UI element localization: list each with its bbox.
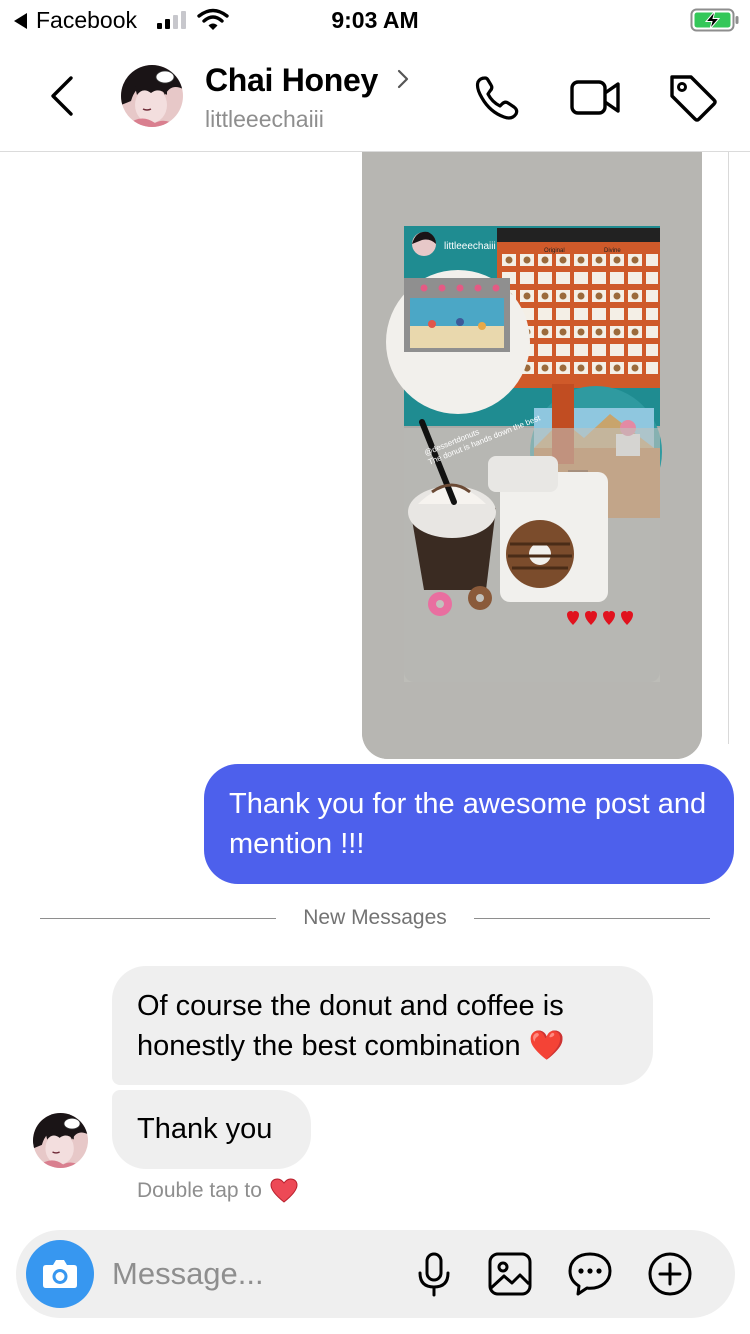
heart-icon[interactable] — [270, 1178, 298, 1204]
avatar-illustration-icon — [121, 65, 183, 127]
video-icon[interactable] — [568, 70, 622, 124]
chevron-right-icon[interactable] — [396, 68, 410, 90]
divider-line-right — [474, 918, 710, 919]
message-composer — [16, 1230, 735, 1318]
received-message-bubble[interactable]: Thank you — [112, 1090, 311, 1169]
contact-avatar[interactable] — [121, 65, 183, 127]
status-bar: Facebook 9:03 AM — [0, 0, 750, 42]
contact-name[interactable]: Chai Honey — [205, 62, 378, 99]
camera-icon — [43, 1260, 77, 1288]
camera-button[interactable] — [26, 1240, 94, 1308]
double-tap-hint-label: Double tap to — [137, 1179, 262, 1202]
divider-line-left — [40, 918, 276, 919]
microphone-icon[interactable] — [410, 1250, 458, 1298]
shared-story-card[interactable]: Original Divine @dessertdonuts The donut… — [362, 152, 702, 759]
story-image: Original Divine @dessertdonuts The donut… — [362, 152, 702, 759]
menu-heading-left: Original — [544, 248, 565, 254]
message-input[interactable] — [112, 1252, 392, 1296]
back-icon[interactable] — [44, 74, 84, 118]
double-tap-hint: Double tap to — [137, 1178, 298, 1204]
gallery-icon[interactable] — [486, 1250, 534, 1298]
plus-circle-icon[interactable] — [646, 1250, 694, 1298]
sender-avatar[interactable] — [33, 1113, 88, 1168]
menu-heading-right: Divine — [604, 248, 621, 254]
status-time: 9:03 AM — [331, 7, 419, 33]
received-message-bubble[interactable]: Of course the donut and coffee is honest… — [112, 966, 653, 1085]
phone-icon[interactable] — [470, 70, 524, 124]
tag-icon[interactable] — [666, 70, 720, 124]
battery-charging-icon — [690, 8, 739, 32]
avatar-illustration-icon — [33, 1113, 88, 1168]
sticker-icon[interactable] — [566, 1250, 614, 1298]
contact-username[interactable]: littleeechaiii — [205, 106, 324, 133]
scroll-indicator — [728, 152, 750, 744]
new-messages-divider-label: New Messages — [303, 906, 447, 929]
story-poster-username: littleeechaiii — [444, 241, 496, 252]
sent-message-bubble[interactable]: Thank you for the awesome post and menti… — [204, 764, 734, 884]
chat-header: Chai Honey littleeechaiii — [0, 46, 750, 152]
